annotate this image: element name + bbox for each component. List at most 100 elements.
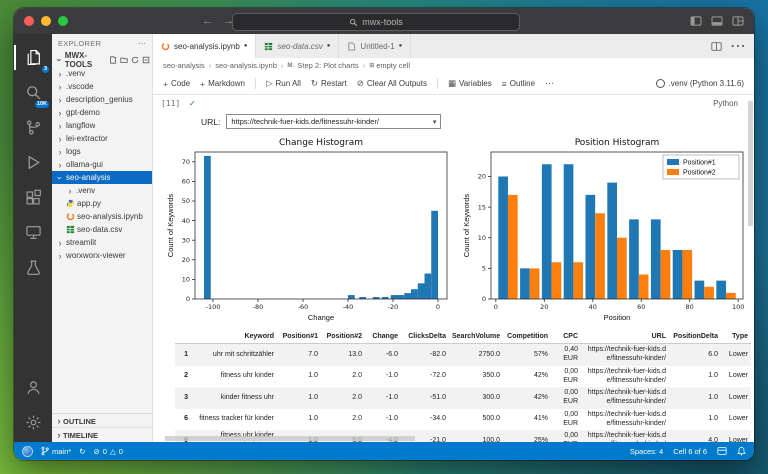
clear-outputs-button[interactable]: ⊘Clear All Outputs [357, 78, 427, 89]
activity-source-control[interactable] [14, 110, 52, 145]
sidebar-more-button[interactable]: ⋯ [138, 39, 146, 48]
tree-item--vscode[interactable]: ›.vscode [52, 80, 152, 93]
cell-position-indicator[interactable]: Cell 6 of 6 [673, 447, 707, 456]
column-header: CPC [551, 331, 581, 344]
tab-label: seo-analysis.ipynb [174, 42, 240, 51]
horizontal-scrollbar[interactable] [165, 436, 415, 441]
toggle-panel-icon[interactable] [711, 16, 723, 26]
tree-item-label: description_genius [66, 95, 133, 104]
svg-text:-20: -20 [388, 303, 399, 311]
history-back-icon[interactable]: ← [202, 15, 213, 27]
tree-item-app-py[interactable]: app.py [52, 197, 152, 210]
column-header: ClicksDelta [401, 331, 449, 344]
indentation-indicator[interactable]: Spaces: 4 [630, 447, 663, 456]
notebook-icon [161, 42, 170, 51]
tree-item-langflow[interactable]: ›langflow [52, 119, 152, 132]
activity-extensions[interactable] [14, 180, 52, 215]
modified-dot-icon[interactable]: ● [327, 43, 331, 49]
activity-remote-explorer[interactable] [14, 215, 52, 250]
tree-item-seo-data-csv[interactable]: seo-data.csv [52, 223, 152, 236]
table-cell: https://technik-fuer-kids.de/fitnessuhr-… [581, 344, 669, 366]
kernel-status-icon [656, 79, 665, 88]
activity-settings[interactable] [14, 405, 52, 440]
bell-icon[interactable] [737, 446, 746, 456]
table-cell: 0,00 EUR [551, 430, 581, 442]
plus-icon: + [200, 79, 205, 89]
tree-item-seo-analysis-ipynb[interactable]: seo-analysis.ipynb [52, 210, 152, 223]
command-center-search[interactable]: mwx-tools [232, 13, 520, 31]
tree-item-gpt-demo[interactable]: ›gpt-demo [52, 106, 152, 119]
activity-accounts[interactable] [14, 370, 52, 405]
dropdown-caret-icon: ▾ [433, 118, 437, 126]
minimize-window-button[interactable] [41, 16, 51, 26]
close-window-button[interactable] [24, 16, 34, 26]
variables-button[interactable]: ▦Variables [448, 78, 492, 89]
tab-seo-analysis-ipynb[interactable]: seo-analysis.ipynb ● [153, 34, 256, 58]
table-cell: fitness tracker für kinder [191, 409, 277, 431]
modified-dot-icon[interactable]: ● [399, 43, 403, 49]
tree-item-seo-analysis[interactable]: ›seo-analysis [52, 171, 152, 184]
url-dropdown[interactable]: https://technik-fuer-kids.de/fitnessuhr-… [226, 114, 441, 129]
breadcrumb-item[interactable]: M↓Step 2: Plot charts [287, 61, 358, 70]
table-cell: https://technik-fuer-kids.de/fitnessuhr-… [581, 409, 669, 431]
new-folder-icon[interactable] [120, 56, 128, 64]
vertical-scrollbar[interactable] [748, 101, 753, 226]
customize-layout-icon[interactable] [732, 16, 744, 26]
timeline-section[interactable]: › TIMELINE [52, 427, 152, 442]
toggle-sidebar-icon[interactable] [690, 16, 702, 26]
cell-language-picker[interactable]: Python [713, 99, 738, 108]
svg-text:40: 40 [589, 303, 597, 311]
collapse-all-icon[interactable] [142, 56, 150, 64]
tab-untitled-1[interactable]: Untitled-1 ● [339, 34, 411, 58]
breadcrumb-item[interactable]: seo-analysis [163, 61, 205, 70]
tree-item--venv[interactable]: ›.venv [52, 184, 152, 197]
git-branch-indicator[interactable]: main* [41, 446, 71, 456]
search-icon [25, 84, 42, 101]
modified-dot-icon[interactable]: ● [244, 43, 248, 49]
chevron-down-icon: › [56, 174, 64, 182]
tree-item-ollama-gui[interactable]: ›ollama-gui [52, 158, 152, 171]
table-cell: https://technik-fuer-kids.de/fitnessuhr-… [581, 366, 669, 388]
position-histogram-chart: 02040608010005101520Position HistogramPo… [461, 135, 749, 325]
chevron-right-icon: › [55, 417, 63, 425]
breadcrumb-item[interactable]: ⊞empty cell [369, 61, 410, 70]
add-code-cell-button[interactable]: +Code [163, 79, 190, 89]
svg-text:Position: Position [604, 313, 631, 322]
activity-search[interactable]: 10K [14, 75, 52, 110]
tab-seo-data-csv[interactable]: seo-data.csv ● [256, 34, 339, 58]
editor-actions-more[interactable]: ⋯ [730, 36, 746, 56]
run-all-button[interactable]: ▷Run All [266, 78, 301, 89]
breadcrumb-item[interactable]: seo-analysis.ipynb [215, 61, 277, 70]
new-file-icon[interactable] [109, 56, 117, 64]
outline-section[interactable]: › OUTLINE [52, 413, 152, 428]
split-editor-icon[interactable] [711, 42, 722, 51]
notebook-file-icon [66, 212, 75, 221]
activity-testing[interactable] [14, 250, 52, 285]
refresh-icon[interactable] [131, 56, 139, 64]
profile-badge[interactable] [22, 446, 33, 457]
kernel-picker[interactable]: .venv (Python 3.11.6) [656, 79, 744, 88]
tree-item-worxworx-viewer[interactable]: ›worxworx-viewer [52, 249, 152, 262]
notebook-layout-icon[interactable] [717, 447, 727, 455]
outline-button[interactable]: ≡Outline [502, 79, 535, 89]
column-header: Keyword [191, 331, 277, 344]
add-markdown-cell-button[interactable]: +Markdown [200, 79, 245, 89]
sync-button[interactable]: ↻ [79, 447, 85, 456]
tree-item-lei-extractor[interactable]: ›lei-extractor [52, 132, 152, 145]
activity-explorer[interactable]: 3 [14, 40, 52, 75]
tree-item--venv[interactable]: ›.venv [52, 67, 152, 80]
table-cell: uhr mit schrittzähler [191, 344, 277, 366]
activity-run-debug[interactable] [14, 145, 52, 180]
workspace-section-header[interactable]: › MWX-TOOLS [52, 52, 152, 67]
gear-icon [25, 414, 42, 431]
tree-item-logs[interactable]: ›logs [52, 145, 152, 158]
problems-indicator[interactable]: ⊘0 △0 [93, 447, 122, 456]
toolbar-more-button[interactable]: ⋯ [545, 78, 554, 89]
activity-bar: 3 10K [14, 34, 52, 442]
restart-kernel-button[interactable]: ↻Restart [311, 78, 347, 89]
table-cell: 1.0 [277, 366, 321, 388]
tree-item-description-genius[interactable]: ›description_genius [52, 93, 152, 106]
tree-item-streamlit[interactable]: ›streamlit [52, 236, 152, 249]
zoom-window-button[interactable] [58, 16, 68, 26]
svg-text:-60: -60 [298, 303, 309, 311]
